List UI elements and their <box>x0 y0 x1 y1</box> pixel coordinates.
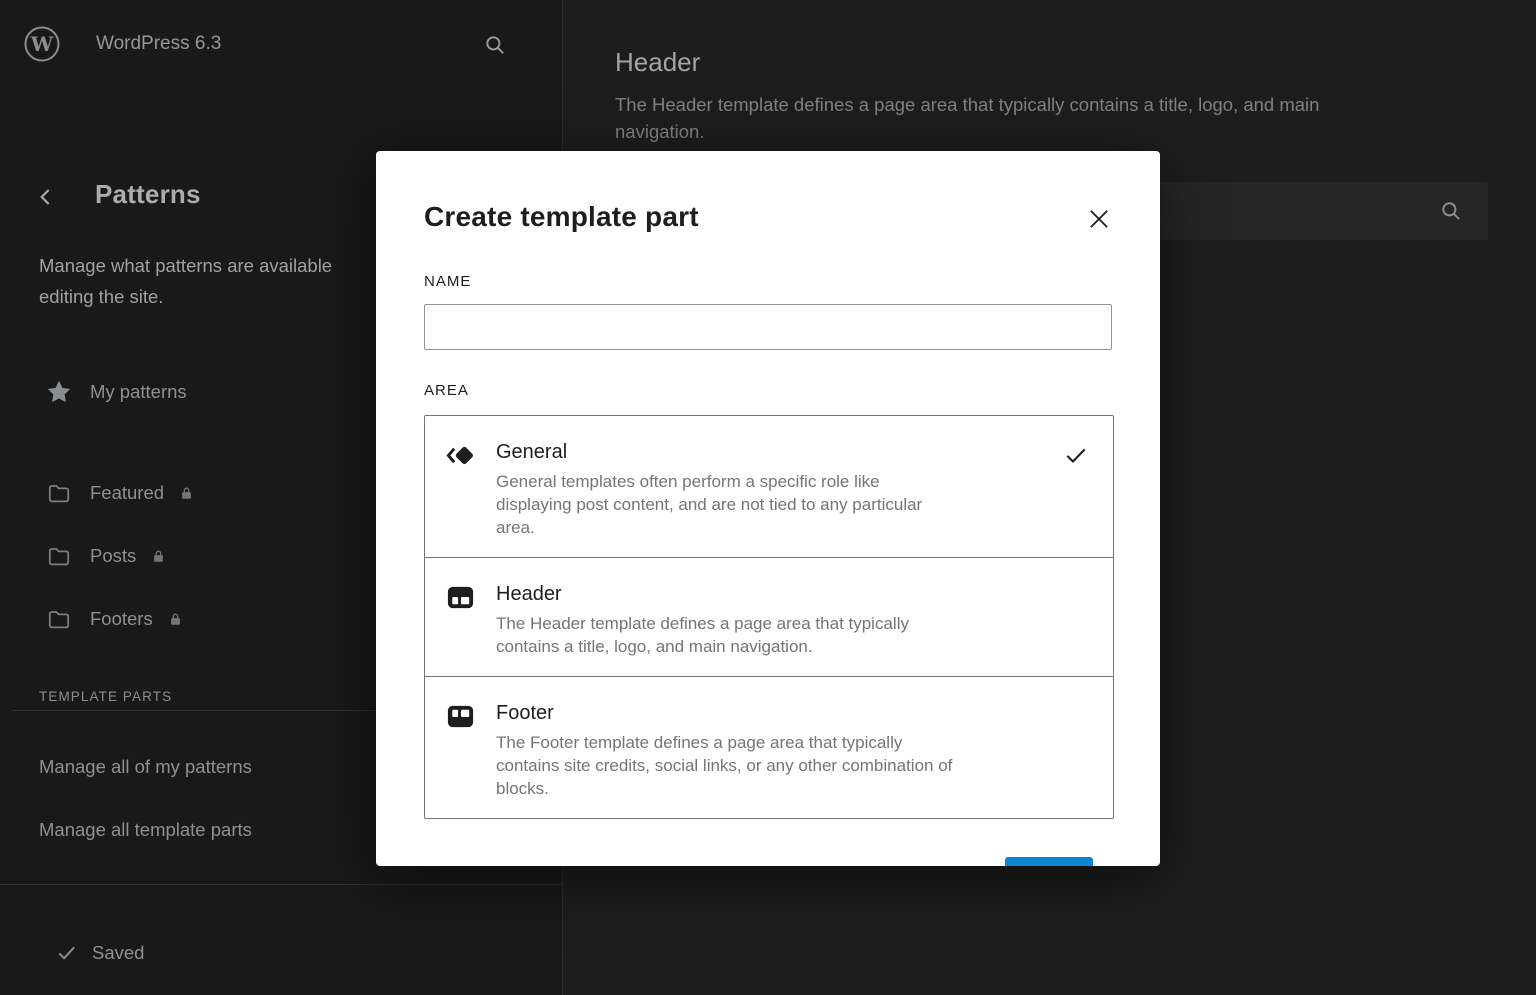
wordpress-site-editor: W WordPress 6.3 Patterns Manage what pat… <box>0 0 1536 995</box>
site-title: WordPress 6.3 <box>96 33 221 55</box>
area-option-header[interactable]: Header The Header template defines a pag… <box>425 557 1113 676</box>
header-area-icon <box>445 582 476 613</box>
selected-check-icon <box>1063 442 1089 468</box>
folder-icon <box>46 606 72 632</box>
name-field-label: NAME <box>424 273 471 290</box>
option-description: The Header template defines a page area … <box>496 612 1089 658</box>
area-options-group: General General templates often perform … <box>424 415 1114 819</box>
content-page-description: The Header template defines a page area … <box>615 91 1319 145</box>
back-chevron-icon[interactable] <box>33 184 59 210</box>
svg-text:W: W <box>30 32 54 56</box>
sidebar-description: Manage what patterns are available editi… <box>39 250 332 312</box>
search-icon <box>1438 198 1464 224</box>
folder-icon <box>46 543 72 569</box>
save-status-label: Saved <box>92 942 144 964</box>
sidebar-item-my-patterns[interactable]: My patterns <box>46 377 187 407</box>
name-input[interactable] <box>424 304 1112 350</box>
lock-icon <box>178 485 195 502</box>
sidebar-item-posts[interactable]: Posts <box>46 541 167 571</box>
modal-title: Create template part <box>424 201 699 233</box>
option-title: General <box>496 439 1043 466</box>
option-title: Header <box>496 581 1089 608</box>
sidebar-item-footers[interactable]: Footers <box>46 604 184 634</box>
star-icon <box>46 379 72 405</box>
divider <box>0 884 563 885</box>
area-option-footer[interactable]: Footer The Footer template defines a pag… <box>425 676 1113 818</box>
manage-all-template-parts-link[interactable]: Manage all template parts <box>39 819 252 841</box>
save-status-button[interactable]: Saved <box>55 941 144 964</box>
page-title: Patterns <box>95 179 201 210</box>
option-description: General templates often perform a specif… <box>496 470 1043 539</box>
close-icon[interactable] <box>1084 204 1114 234</box>
create-template-part-modal: Create template part NAME AREA General G… <box>376 151 1160 866</box>
search-icon[interactable] <box>482 32 508 58</box>
lock-icon <box>167 611 184 628</box>
wordpress-logo-icon[interactable]: W <box>24 26 60 62</box>
option-title: Footer <box>496 700 1089 727</box>
folder-icon <box>46 480 72 506</box>
manage-all-patterns-link[interactable]: Manage all of my patterns <box>39 756 252 778</box>
area-option-general[interactable]: General General templates often perform … <box>425 416 1113 557</box>
general-area-icon <box>445 440 476 471</box>
option-description: The Footer template defines a page area … <box>496 731 1089 800</box>
area-field-label: AREA <box>424 382 469 399</box>
footer-area-icon <box>445 701 476 732</box>
check-icon <box>55 941 78 964</box>
lock-icon <box>150 548 167 565</box>
patterns-search-input[interactable] <box>1150 182 1488 240</box>
sidebar-item-featured[interactable]: Featured <box>46 478 195 508</box>
section-heading-template-parts: TEMPLATE PARTS <box>39 689 172 704</box>
create-button[interactable] <box>1005 857 1093 866</box>
content-page-title: Header <box>615 47 700 78</box>
